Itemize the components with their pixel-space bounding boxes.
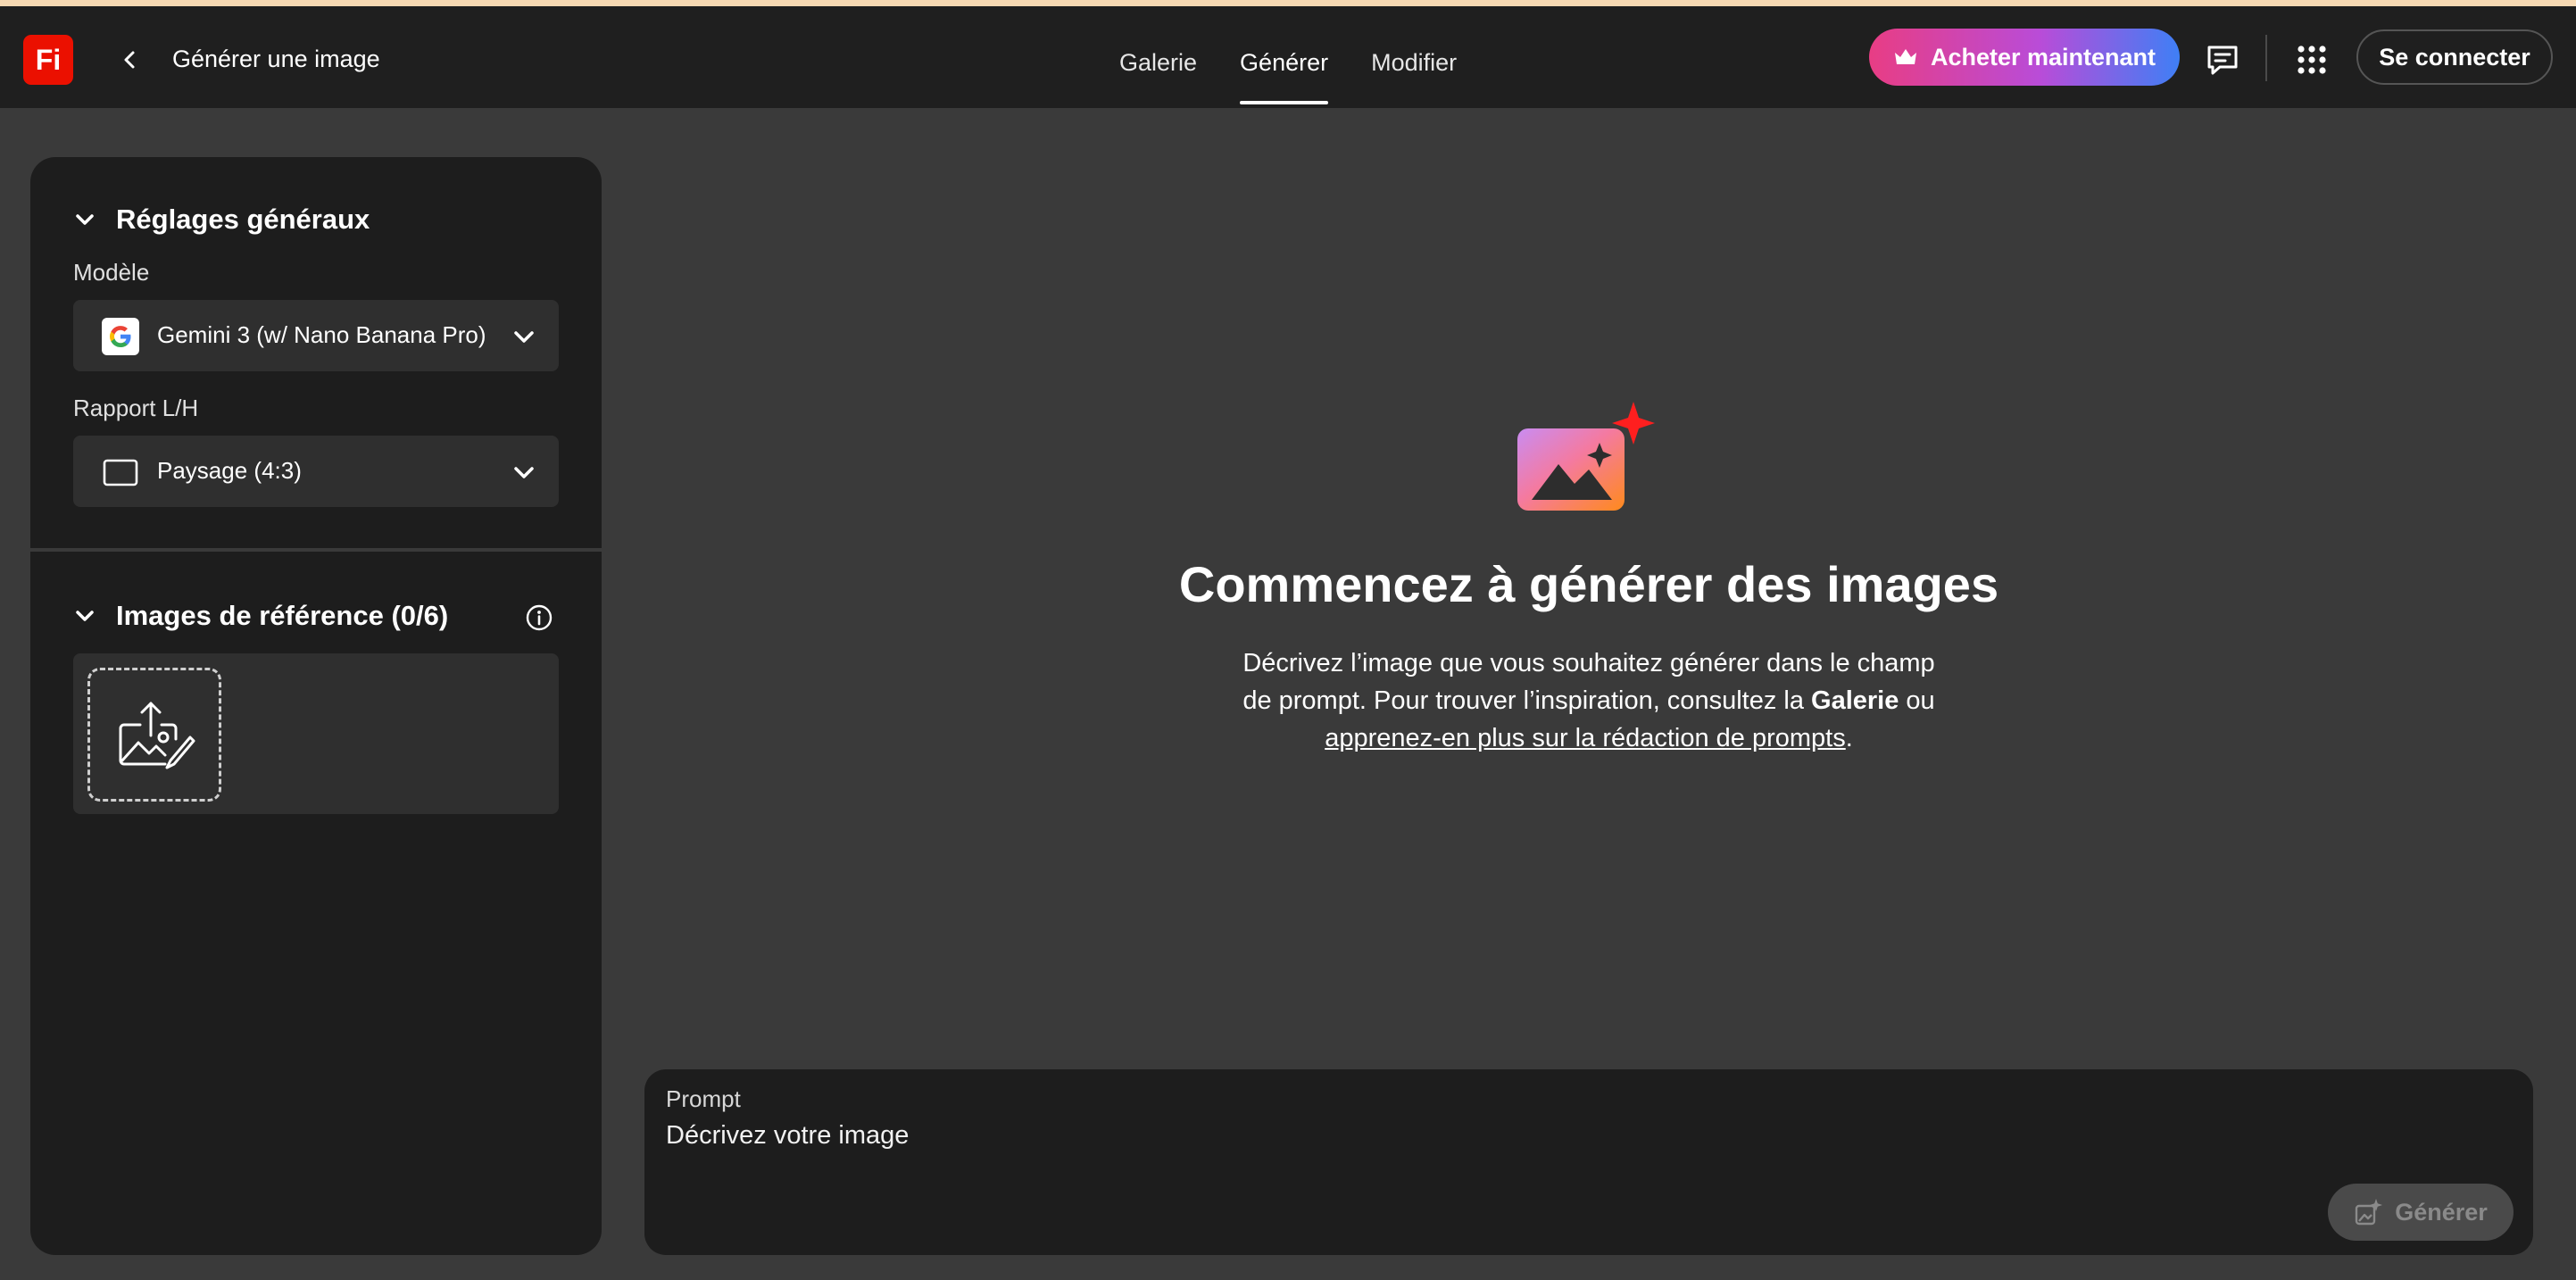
- prompt-input[interactable]: [666, 1116, 2005, 1155]
- aspect-ratio-select[interactable]: Paysage (4:3): [73, 436, 559, 507]
- generate-label: Générer: [2395, 1198, 2488, 1226]
- sign-in-button[interactable]: Se connecter: [2356, 29, 2553, 85]
- app-header: Fi Générer une image Galerie Générer Mod…: [0, 6, 2576, 108]
- description-line-2a: de prompt. Pour trouver l’inspiration, c…: [1242, 686, 1812, 715]
- chevron-down-icon: [76, 214, 94, 225]
- prompt-panel: Prompt Générer: [644, 1069, 2533, 1255]
- empty-state-title: Commencez à générer des images: [1178, 556, 1999, 612]
- model-select[interactable]: Gemini 3 (w/ Nano Banana Pro): [73, 300, 559, 371]
- reference-images-area: [73, 653, 559, 814]
- gallery-bold-text: Galerie: [1811, 686, 1899, 715]
- chevron-left-icon: [124, 51, 135, 69]
- page-title: Générer une image: [172, 46, 380, 72]
- google-icon: [102, 318, 139, 355]
- image-upload-icon: [119, 702, 195, 769]
- empty-state-description: Décrivez l’image que vous souhaitez géné…: [1187, 644, 1990, 757]
- crown-icon: [1894, 49, 1916, 64]
- aspect-ratio-value: Paysage (4:3): [157, 457, 302, 484]
- generate-button[interactable]: Générer: [2328, 1184, 2514, 1241]
- general-settings-title: Réglages généraux: [116, 204, 370, 235]
- description-line-1: Décrivez l’image que vous souhaitez géné…: [1242, 649, 1935, 677]
- apps-grid-icon: [2298, 46, 2326, 74]
- feedback-icon: [2207, 46, 2238, 75]
- main-nav: Galerie Générer Modifier: [1119, 6, 1478, 108]
- settings-sidebar: Réglages généraux Modèle Gemini 3 (w/ Na…: [30, 157, 602, 1255]
- generate-image-illustration-icon: [1517, 402, 1655, 511]
- reference-images-title: Images de référence (0/6): [116, 600, 449, 631]
- landscape-ratio-icon: [103, 459, 138, 486]
- chevron-down-icon: [514, 331, 534, 343]
- apps-button[interactable]: [2294, 42, 2330, 78]
- buy-now-button[interactable]: Acheter maintenant: [1869, 29, 2180, 86]
- info-icon[interactable]: [525, 603, 553, 632]
- tab-galerie[interactable]: Galerie: [1119, 12, 1218, 113]
- general-settings-header[interactable]: Réglages généraux: [73, 204, 370, 236]
- model-label: Modèle: [73, 259, 150, 286]
- firefly-logo[interactable]: Fi: [23, 35, 73, 85]
- reference-images-header[interactable]: Images de référence (0/6): [73, 600, 448, 632]
- description-end: .: [1845, 724, 1853, 752]
- upload-reference-button[interactable]: [87, 668, 221, 802]
- header-divider: [2265, 35, 2267, 81]
- model-select-value: Gemini 3 (w/ Nano Banana Pro): [157, 321, 486, 348]
- aspect-ratio-label: Rapport L/H: [73, 395, 199, 421]
- sidebar-divider: [30, 548, 602, 552]
- tab-generer[interactable]: Générer: [1218, 12, 1350, 113]
- description-line-2b: ou: [1899, 686, 1935, 715]
- prompt-label: Prompt: [666, 1085, 741, 1112]
- feedback-button[interactable]: [2205, 42, 2240, 78]
- chevron-down-icon: [76, 611, 94, 621]
- buy-now-label: Acheter maintenant: [1930, 43, 2156, 71]
- generate-sparkle-icon: [2356, 1199, 2383, 1226]
- chevron-down-icon: [514, 467, 534, 478]
- tab-modifier[interactable]: Modifier: [1350, 12, 1478, 113]
- learn-prompts-link[interactable]: apprenez-en plus sur la rédaction de pro…: [1325, 724, 1846, 752]
- top-accent-strip: [0, 0, 2576, 6]
- back-button[interactable]: [114, 44, 146, 76]
